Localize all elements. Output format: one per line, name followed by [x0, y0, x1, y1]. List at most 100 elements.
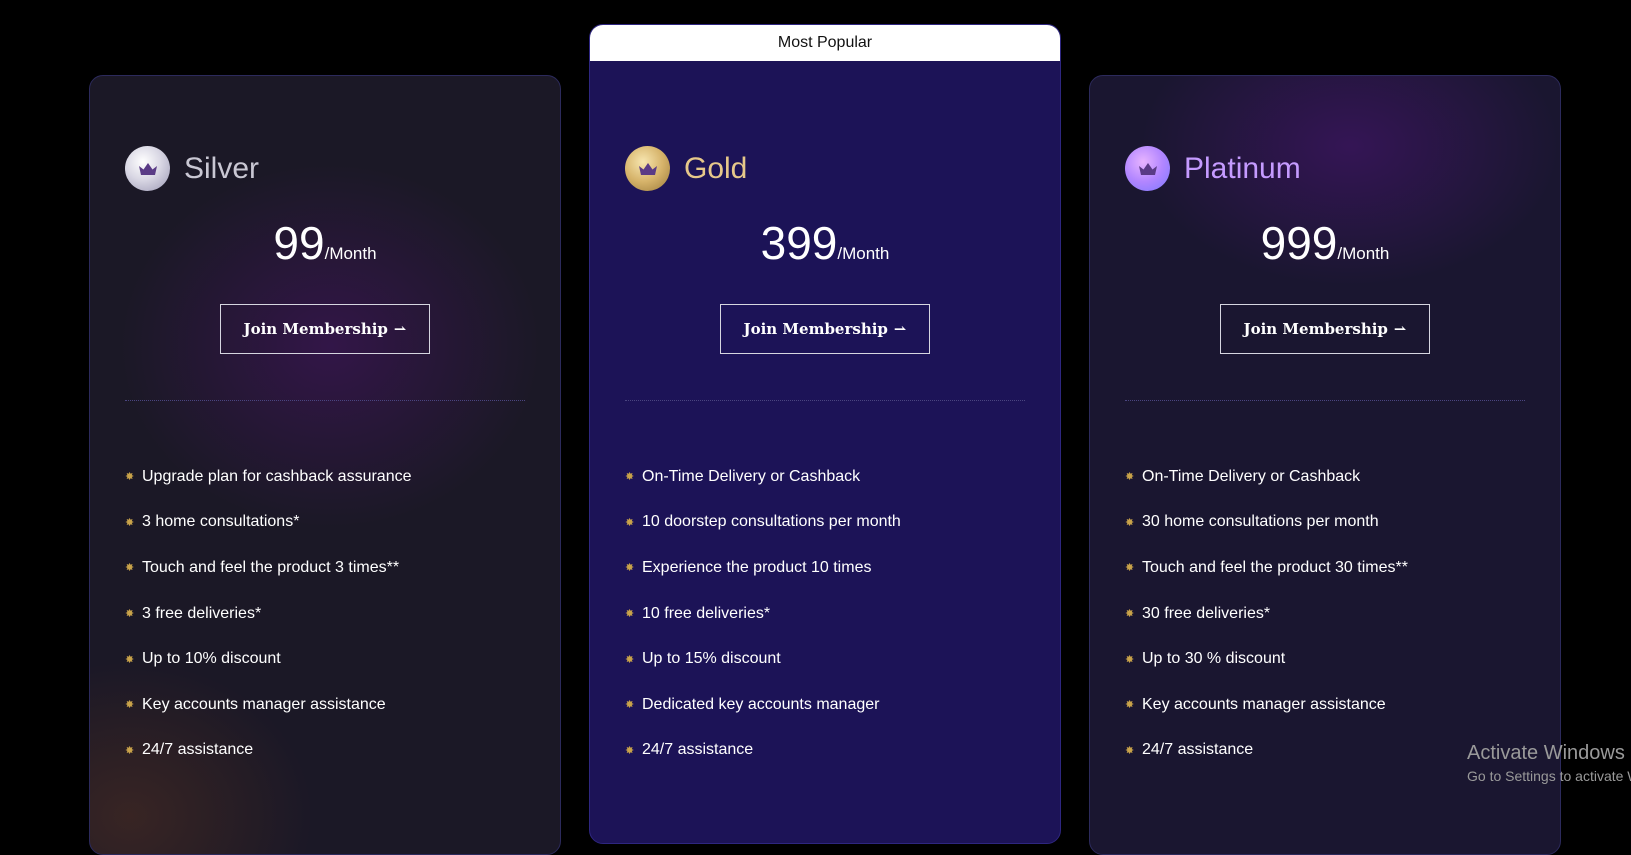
feature-text: 3 free deliveries*: [142, 604, 262, 622]
plan-price: 399/Month: [590, 216, 1060, 270]
feature-item: ✸ 24/7 assistance: [1125, 728, 1408, 774]
feature-item: ✸ Up to 10% discount: [125, 636, 412, 682]
feature-item: ✸ Up to 15% discount: [625, 636, 901, 682]
feature-text: Dedicated key accounts manager: [642, 695, 880, 713]
arrow-icon: ⇀: [1393, 320, 1407, 338]
feature-text: Key accounts manager assistance: [142, 695, 386, 713]
feature-item: ✸ 24/7 assistance: [625, 728, 901, 774]
watermark-title: Activate Windows: [1467, 742, 1625, 764]
crown-icon: [1125, 146, 1170, 191]
plan-card-silver: Silver 99/Month Join Membership ⇀ ✸ Upgra…: [89, 75, 561, 855]
plan-name: Platinum: [1184, 151, 1301, 185]
join-membership-label: Join Membership: [1243, 320, 1388, 338]
feature-item: ✸ Key accounts manager assistance: [1125, 682, 1408, 728]
feature-item: ✸ Upgrade plan for cashback assurance: [125, 454, 412, 500]
star-icon: ✸: [125, 653, 135, 666]
feature-item: ✸ Touch and feel the product 3 times**: [125, 545, 412, 591]
divider: [1125, 400, 1525, 401]
divider: [125, 400, 525, 401]
star-icon: ✸: [1125, 562, 1135, 575]
price-amount: 999: [1260, 217, 1338, 269]
star-icon: ✸: [1125, 744, 1135, 757]
star-icon: ✸: [625, 471, 635, 484]
feature-item: ✸ Up to 30 % discount: [1125, 636, 1408, 682]
join-membership-button[interactable]: Join Membership ⇀: [1220, 304, 1430, 354]
feature-text: Experience the product 10 times: [642, 558, 872, 576]
feature-item: ✸ 3 home consultations*: [125, 500, 412, 546]
feature-text: Touch and feel the product 3 times**: [142, 558, 400, 576]
star-icon: ✸: [125, 516, 135, 529]
feature-text: Upgrade plan for cashback assurance: [142, 467, 412, 485]
feature-item: ✸ 30 free deliveries*: [1125, 591, 1408, 637]
price-period: /Month: [324, 244, 377, 263]
feature-item: ✸ On-Time Delivery or Cashback: [625, 454, 901, 500]
feature-text: Up to 10% discount: [142, 650, 281, 668]
feature-item: ✸ On-Time Delivery or Cashback: [1125, 454, 1408, 500]
most-popular-badge: Most Popular: [590, 25, 1060, 61]
price-amount: 399: [760, 217, 838, 269]
price-amount: 99: [273, 217, 325, 269]
feature-list: ✸ Upgrade plan for cashback assurance ✸ 3 …: [125, 454, 412, 773]
feature-item: ✸ 10 free deliveries*: [625, 591, 901, 637]
plan-card-platinum: Platinum 999/Month Join Membership ⇀ ✸ On…: [1089, 75, 1561, 855]
feature-item: ✸ 24/7 assistance: [125, 728, 412, 774]
price-period: /Month: [1337, 244, 1390, 263]
feature-text: On-Time Delivery or Cashback: [1142, 467, 1361, 485]
feature-item: ✸ 30 home consultations per month: [1125, 500, 1408, 546]
crown-icon: [625, 146, 670, 191]
plan-name: Gold: [684, 151, 748, 185]
join-membership-button[interactable]: Join Membership ⇀: [220, 304, 430, 354]
feature-item: ✸ Key accounts manager assistance: [125, 682, 412, 728]
feature-text: 24/7 assistance: [1142, 741, 1254, 759]
feature-text: 10 doorstep consultations per month: [642, 513, 901, 531]
plan-price: 999/Month: [1090, 216, 1560, 270]
star-icon: ✸: [625, 516, 635, 529]
feature-item: ✸ 10 doorstep consultations per month: [625, 500, 901, 546]
feature-text: On-Time Delivery or Cashback: [642, 467, 861, 485]
arrow-icon: ⇀: [393, 320, 407, 338]
star-icon: ✸: [625, 699, 635, 712]
plan-name: Silver: [184, 151, 260, 185]
star-icon: ✸: [125, 562, 135, 575]
star-icon: ✸: [1125, 653, 1135, 666]
feature-list: ✸ On-Time Delivery or Cashback ✸ 30 home c…: [1125, 454, 1408, 773]
join-membership-button[interactable]: Join Membership ⇀: [720, 304, 930, 354]
feature-text: Key accounts manager assistance: [1142, 695, 1386, 713]
watermark-subtitle: Go to Settings to activate Windows.: [1467, 768, 1631, 784]
feature-item: ✸ Touch and feel the product 30 times**: [1125, 545, 1408, 591]
feature-text: 10 free deliveries*: [642, 604, 771, 622]
plan-header: Silver: [125, 146, 259, 191]
star-icon: ✸: [625, 562, 635, 575]
divider: [625, 400, 1025, 401]
star-icon: ✸: [1125, 608, 1135, 621]
plan-price: 99/Month: [90, 216, 560, 270]
feature-item: ✸ 3 free deliveries*: [125, 591, 412, 637]
join-membership-label: Join Membership: [743, 320, 888, 338]
price-period: /Month: [837, 244, 890, 263]
feature-list: ✸ On-Time Delivery or Cashback ✸ 10 doorst…: [625, 454, 901, 773]
feature-text: Up to 30 % discount: [1142, 650, 1286, 668]
activate-windows-watermark: Activate Windows Go to Settings to activ…: [1467, 742, 1631, 784]
feature-text: 3 home consultations*: [142, 513, 300, 531]
feature-text: Up to 15% discount: [642, 650, 781, 668]
feature-item: ✸ Dedicated key accounts manager: [625, 682, 901, 728]
crown-icon: [125, 146, 170, 191]
plan-header: Gold: [625, 146, 747, 191]
star-icon: ✸: [1125, 516, 1135, 529]
star-icon: ✸: [625, 653, 635, 666]
feature-text: 24/7 assistance: [642, 741, 754, 759]
feature-item: ✸ Experience the product 10 times: [625, 545, 901, 591]
star-icon: ✸: [125, 471, 135, 484]
star-icon: ✸: [125, 608, 135, 621]
feature-text: 24/7 assistance: [142, 741, 254, 759]
feature-text: Touch and feel the product 30 times**: [1142, 558, 1408, 576]
star-icon: ✸: [1125, 471, 1135, 484]
star-icon: ✸: [625, 608, 635, 621]
plan-header: Platinum: [1125, 146, 1301, 191]
star-icon: ✸: [625, 744, 635, 757]
plan-card-gold: Most Popular Gold 399/Month Join Members…: [589, 24, 1061, 844]
star-icon: ✸: [125, 744, 135, 757]
feature-text: 30 free deliveries*: [1142, 604, 1271, 622]
feature-text: 30 home consultations per month: [1142, 513, 1379, 531]
star-icon: ✸: [1125, 699, 1135, 712]
